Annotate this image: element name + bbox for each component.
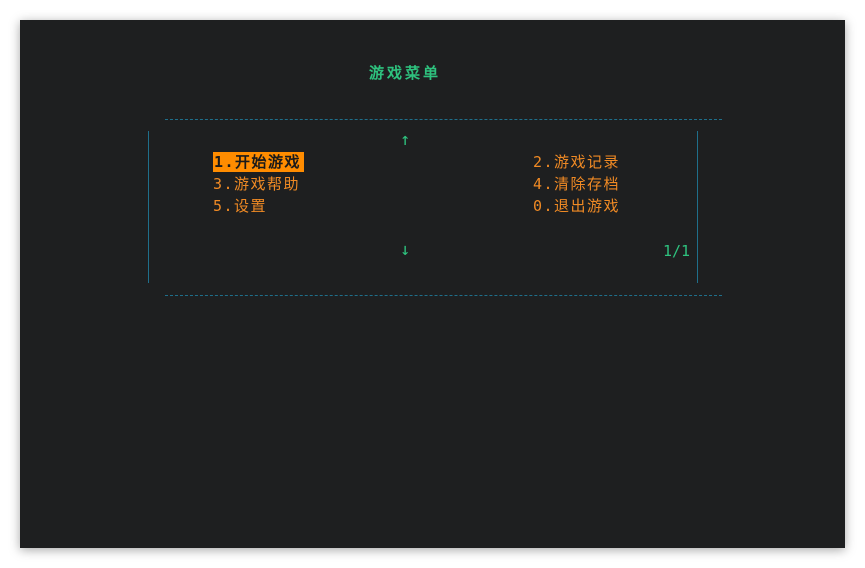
menu-item-game-help[interactable]: 3.游戏帮助 <box>213 174 300 194</box>
menu-top-border <box>165 119 722 120</box>
page-indicator: 1/1 <box>663 242 691 260</box>
terminal-window: 游戏菜单 ↑ ↓ 1.开始游戏 2.游戏记录 3.游戏帮助 4.清除存档 5.设… <box>20 20 845 548</box>
menu-title: 游戏菜单 <box>368 64 441 82</box>
menu-left-border <box>148 131 149 283</box>
menu-item-settings[interactable]: 5.设置 <box>213 196 267 216</box>
menu-item-game-records[interactable]: 2.游戏记录 <box>533 152 620 172</box>
scroll-down-arrow[interactable]: ↓ <box>400 241 410 259</box>
menu-item-clear-save[interactable]: 4.清除存档 <box>533 174 620 194</box>
scroll-up-arrow[interactable]: ↑ <box>400 131 410 149</box>
menu-item-start-game[interactable]: 1.开始游戏 <box>213 152 305 172</box>
menu-item-exit-game[interactable]: 0.退出游戏 <box>533 196 620 216</box>
menu-bottom-border <box>165 295 722 296</box>
menu-right-border <box>697 131 698 283</box>
